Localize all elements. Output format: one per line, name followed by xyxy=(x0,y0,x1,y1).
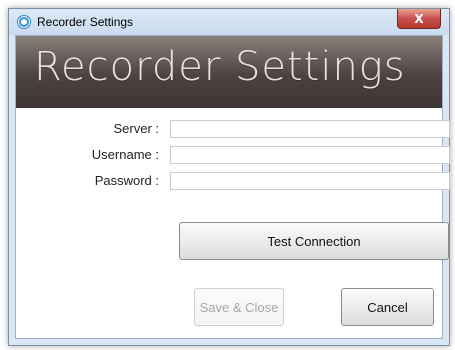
header-banner: Recorder Settings xyxy=(16,36,442,108)
server-row: Server : xyxy=(16,120,450,140)
cancel-button[interactable]: Cancel xyxy=(341,288,434,326)
settings-window: Recorder Settings X Recorder Settings Se… xyxy=(8,8,450,346)
username-label: Username : xyxy=(91,147,159,162)
password-row: Password : xyxy=(16,172,450,192)
banner-title: Recorder Settings xyxy=(34,44,406,90)
window-title: Recorder Settings xyxy=(37,15,134,29)
close-button[interactable]: X xyxy=(397,9,441,29)
save-close-button[interactable]: Save & Close xyxy=(194,288,284,326)
server-label: Server : xyxy=(113,121,159,136)
dialog-body: Recorder Settings Server : Username : Pa… xyxy=(15,35,450,339)
close-icon: X xyxy=(414,11,424,26)
test-connection-button[interactable]: Test Connection xyxy=(179,222,449,260)
app-icon xyxy=(17,15,31,29)
password-input[interactable] xyxy=(170,172,450,190)
password-label: Password : xyxy=(94,173,159,188)
title-bar[interactable]: Recorder Settings X xyxy=(9,9,449,35)
username-input[interactable] xyxy=(170,146,450,164)
server-input[interactable] xyxy=(170,120,450,138)
username-row: Username : xyxy=(16,146,450,166)
